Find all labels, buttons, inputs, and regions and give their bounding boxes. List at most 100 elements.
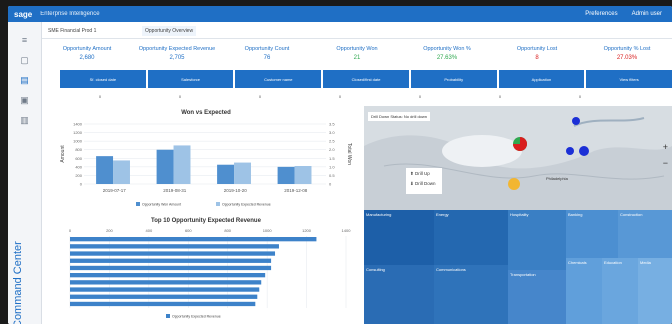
folder-icon[interactable]: ▣: [19, 95, 30, 105]
panel-icon[interactable]: ▢: [19, 55, 30, 65]
y2-tick-label: 1.5: [329, 156, 335, 161]
tab-sme-financial[interactable]: SME Financial Prod 1: [48, 26, 96, 36]
x-tick-label: 2019-12-08: [284, 188, 308, 193]
chart-icon[interactable]: ▤: [19, 75, 30, 85]
y-tick-label: 400: [75, 164, 82, 169]
kpi-row: Opportunity Amount 2,680 Opportunity Expe…: [42, 41, 672, 69]
sidebar: ≡ ▢ ▤ ▣ ▥ Command Center: [8, 22, 42, 324]
treemap-cell[interactable]: Hospitality: [508, 210, 566, 270]
sage-logo: sage: [14, 9, 33, 19]
treemap-cell[interactable]: Communications: [434, 265, 508, 324]
filter-value: 0: [498, 94, 502, 99]
city-label: Philadelphia: [546, 176, 568, 181]
view-filters-button[interactable]: View filters: [586, 70, 672, 88]
chart-bar: [70, 287, 260, 292]
map-marker[interactable]: [579, 146, 589, 156]
y-axis-label: Amount: [60, 145, 66, 163]
map-marker[interactable]: [566, 147, 574, 155]
x-tick-label: 2019-08-31: [163, 188, 187, 193]
chart-bar: [70, 273, 266, 278]
filter-value: 0: [258, 94, 262, 99]
filter-value: 0: [418, 94, 422, 99]
x-tick-label: 1000: [263, 228, 273, 233]
kpi-label: Opportunity Expected Revenue: [138, 46, 216, 52]
treemap-cell[interactable]: Transportation: [508, 270, 566, 324]
filter-button[interactable]: Probability: [410, 70, 497, 88]
chart-bar: [96, 156, 114, 184]
legend-label: Opportunity Expected Revenue: [172, 315, 221, 319]
menu-label: Drill Down: [415, 181, 436, 186]
treemap-cell[interactable]: Manufacturing: [364, 210, 434, 265]
y-tick-label: 0: [80, 182, 83, 187]
filter-button[interactable]: Customer name: [235, 70, 322, 88]
map-marker[interactable]: [508, 178, 520, 190]
map-graphic: [364, 117, 672, 210]
map-panel[interactable]: Drill Down Status: No drill down ⬆ Drill…: [364, 106, 672, 210]
treemap-cell[interactable]: Consulting: [364, 265, 434, 324]
treemap-cell[interactable]: Media: [638, 258, 672, 324]
filter-button[interactable]: Sf. closed date: [60, 70, 146, 88]
y2-tick-label: 3.5: [329, 122, 335, 127]
filter-button[interactable]: Application: [498, 70, 585, 88]
treemap-cell[interactable]: Chemicals: [566, 258, 602, 324]
legend-label: Opportunity Expected Revenue: [222, 203, 271, 207]
x-tick-label: 1200: [302, 228, 312, 233]
preferences-link[interactable]: Preferences: [585, 11, 617, 17]
won-vs-expected-chart: 1400 1200 1000 800 600 400 200 0 3.5 3.0 2.5 2.0 1.5…: [60, 122, 352, 207]
chart-bar: [113, 160, 130, 184]
y2-tick-label: 0.5: [329, 173, 335, 178]
top10-panel: Top 10 Opportunity Expected Revenue 0 200…: [56, 218, 356, 324]
command-center-label: Command Center: [12, 241, 24, 324]
y-tick-label: 1000: [73, 139, 83, 144]
kpi-value: 21: [353, 55, 361, 61]
kpi-opportunity-lost: Opportunity Lost 8: [492, 41, 582, 69]
filter-button[interactable]: Closed/first date: [323, 70, 409, 88]
zoom-in-icon[interactable]: +: [663, 142, 668, 152]
treemap-cell[interactable]: Construction: [618, 210, 672, 258]
chart-bar: [234, 162, 251, 184]
y-tick-label: 600: [75, 156, 82, 161]
files-icon[interactable]: ▥: [19, 115, 30, 125]
treemap-panel: Manufacturing Consulting Energy Communic…: [364, 210, 672, 324]
drill-down-item[interactable]: ⬇ Drill Down: [406, 180, 442, 188]
kpi-opportunity-won-pct: Opportunity Won % 27.63%: [402, 41, 492, 69]
app-window: sage Enterprise Intelligence Preferences…: [8, 6, 672, 324]
drill-status: Drill Down Status: No drill down: [368, 112, 431, 121]
filter-value: 0: [338, 94, 342, 99]
kpi-label: Opportunity Count: [244, 46, 290, 52]
y2-tick-label: 3.0: [329, 130, 335, 135]
x-tick-label: 0: [69, 228, 72, 233]
chart-bar: [277, 166, 295, 184]
list-icon[interactable]: ≡: [19, 35, 30, 45]
tab-opportunity-overview[interactable]: Opportunity Overview: [142, 26, 197, 36]
treemap-cell[interactable]: Banking: [566, 210, 618, 258]
zoom-out-icon[interactable]: −: [663, 158, 668, 168]
chart-bar: [70, 265, 272, 271]
y2-tick-label: 0: [329, 182, 332, 187]
tab-label: SME Financial Prod 1: [48, 28, 97, 34]
treemap-cell[interactable]: Energy: [434, 210, 508, 265]
kpi-value: 2,705: [169, 55, 185, 61]
won-vs-expected-panel: Won vs Expected 1400 1200 1000 800 600 400 200…: [56, 110, 356, 220]
map-marker[interactable]: [572, 117, 580, 125]
kpi-value: 76: [263, 55, 271, 61]
y-tick-label: 1400: [73, 122, 83, 127]
treemap-cell[interactable]: Education: [602, 258, 638, 324]
chart-bar: [173, 145, 191, 184]
chart-bar: [217, 164, 235, 184]
user-menu[interactable]: Admin user: [632, 11, 662, 17]
y-tick-label: 1200: [73, 130, 83, 135]
chart-bar: [70, 294, 258, 299]
legend-label: Opportunity Won Amount: [142, 203, 181, 207]
drill-up-item[interactable]: ⬆ Drill Up: [406, 168, 442, 180]
chart-bar: [156, 149, 174, 184]
chart-bar: [294, 166, 312, 184]
chart-bar: [70, 237, 317, 242]
kpi-label: Opportunity % Lost: [603, 46, 651, 52]
kpi-opportunity-won: Opportunity Won 21: [312, 41, 402, 69]
menu-label: Drill Up: [415, 171, 430, 176]
kpi-opportunity-lost-pct: Opportunity % Lost 27.03%: [582, 41, 672, 69]
kpi-value: 2,680: [79, 55, 95, 61]
kpi-label: Opportunity Won %: [423, 46, 471, 52]
filter-button[interactable]: Salesforce: [147, 70, 234, 88]
